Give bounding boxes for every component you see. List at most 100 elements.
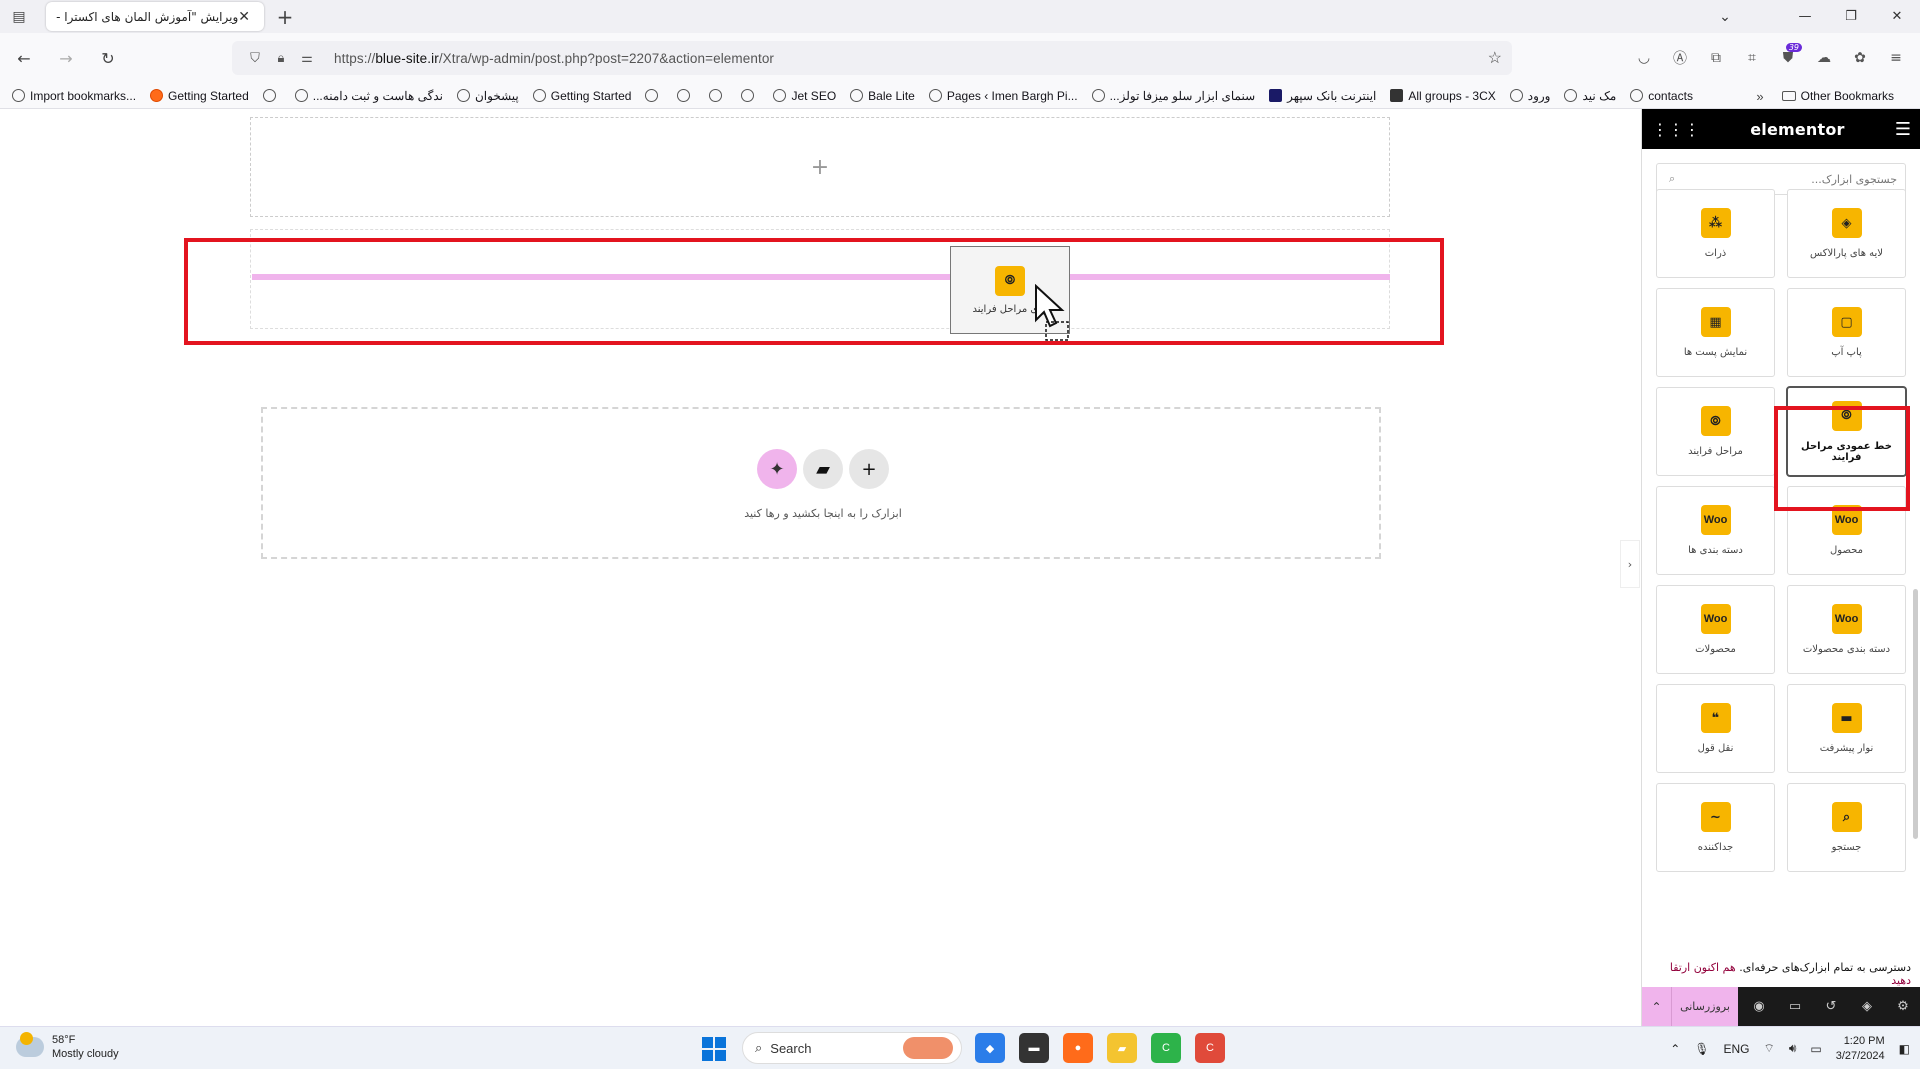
empty-container[interactable]: + xyxy=(250,117,1390,217)
recorder-icon[interactable]: C xyxy=(1195,1033,1225,1063)
settings-gear-icon[interactable]: ⚙ xyxy=(1885,987,1920,1026)
weather-text: 58°F Mostly cloudy xyxy=(52,1033,119,1061)
panel-collapse-icon[interactable]: › xyxy=(1620,540,1640,588)
permissions-icon[interactable]: ⚌ xyxy=(294,50,320,66)
account-icon[interactable]: Ⓐ xyxy=(1662,41,1698,75)
clock[interactable]: 1:20 PM 3/27/2024 xyxy=(1836,1034,1885,1064)
bookmark-item[interactable]: ...سنمای ابزار سلو میزفا تولز xyxy=(1091,89,1255,103)
bookmark-item[interactable]: مک نید xyxy=(1564,89,1616,103)
bookmark-item[interactable]: پیشخوان xyxy=(456,89,519,103)
more-bookmarks-icon[interactable]: » xyxy=(1756,89,1763,104)
preview-eye-icon[interactable]: ◉ xyxy=(1741,987,1777,1026)
panel-scrollbar[interactable] xyxy=(1913,589,1918,839)
url-bar[interactable]: ⛉ 🔒︎ ⚌ https://blue-site.ir/Xtra/wp-admi… xyxy=(232,41,1512,75)
pocket-icon[interactable]: ◡ xyxy=(1626,41,1662,75)
update-button[interactable]: بروزرسانی xyxy=(1672,987,1738,1026)
restore-button[interactable]: ❐ xyxy=(1828,0,1874,33)
copilot-icon[interactable]: ◆ xyxy=(975,1033,1005,1063)
chevron-up-icon[interactable]: ⌃ xyxy=(1670,1042,1680,1056)
history-icon[interactable]: ↺ xyxy=(1813,987,1849,1026)
template-library-icon[interactable]: ▰ xyxy=(803,449,843,489)
add-section-area[interactable]: ✦ ▰ + ابزارک را به اینجا بکشید و رها کنی… xyxy=(261,407,1381,559)
weather-widget[interactable]: 58°F Mostly cloudy xyxy=(16,1032,119,1061)
taskbar-search[interactable]: ⌕ Search xyxy=(742,1032,962,1064)
bookmark-item[interactable]: All groups - 3CX xyxy=(1390,89,1496,103)
file-explorer-icon[interactable]: ▰ xyxy=(1107,1033,1137,1063)
navigator-layers-icon[interactable]: ◈ xyxy=(1849,987,1885,1026)
widget-item[interactable]: ⁂ ذرات xyxy=(1656,189,1775,278)
cloud-icon[interactable]: ☁ xyxy=(1806,41,1842,75)
popup-icon: ▢ xyxy=(1831,307,1862,337)
chevron-up-icon[interactable]: ⌃ xyxy=(1642,987,1672,1026)
publish-button-group: ⌃ بروزرسانی xyxy=(1642,987,1738,1026)
widget-item[interactable]: ▢ پاپ آپ xyxy=(1787,288,1906,377)
widget-item[interactable]: ⦾ مراحل فرایند xyxy=(1656,387,1775,476)
bookmark-item[interactable]: Getting Started xyxy=(150,89,249,103)
bookmark-item[interactable]: ...ندگی هاست و ثبت دامنه xyxy=(294,89,443,103)
windows-start-icon[interactable] xyxy=(702,1037,726,1061)
shield-icon[interactable]: ⛉ xyxy=(242,50,268,66)
bookmark-item[interactable]: Jet SEO xyxy=(773,89,836,103)
sync-icon[interactable]: ✿ xyxy=(1842,41,1878,75)
bookmark-item[interactable]: اینترنت بانک سپهر xyxy=(1269,89,1376,103)
battery-icon[interactable]: ▭ xyxy=(1810,1042,1821,1056)
lock-icon[interactable]: 🔒︎ xyxy=(268,50,294,66)
close-window-button[interactable]: ✕ xyxy=(1874,0,1920,33)
browser-tab[interactable]: ✕ ویرایش "آموزش المان های اکسترا - ع xyxy=(46,2,264,31)
bookmark-item[interactable] xyxy=(645,89,663,102)
bookmark-item[interactable]: ورود xyxy=(1509,89,1550,103)
language-indicator[interactable]: ENG xyxy=(1724,1042,1750,1056)
other-bookmarks[interactable]: Other Bookmarks xyxy=(1781,89,1894,103)
hamburger-menu-icon[interactable]: ☰ xyxy=(1895,119,1911,140)
camtasia-icon[interactable]: C xyxy=(1151,1033,1181,1063)
bookmark-star-icon[interactable]: ☆ xyxy=(1488,48,1502,68)
notification-icon[interactable]: ◧ xyxy=(1899,1042,1910,1056)
back-button[interactable]: ← xyxy=(6,40,42,76)
extension-badge-icon[interactable]: ⛊ 39 xyxy=(1770,41,1806,75)
minimize-button[interactable]: — xyxy=(1782,0,1828,33)
chevron-down-icon[interactable]: ⌄ xyxy=(1708,0,1742,33)
reload-button[interactable]: ↻ xyxy=(90,40,126,76)
widget-item[interactable]: ∼ جداکننده xyxy=(1656,783,1775,872)
bookmark-item[interactable] xyxy=(677,89,695,102)
extensions-icon[interactable]: ⧉ xyxy=(1698,41,1734,75)
widget-search-input[interactable] xyxy=(1675,172,1897,186)
add-section-plus-icon[interactable]: + xyxy=(849,449,889,489)
bookmark-item[interactable] xyxy=(709,89,727,102)
apps-grid-icon[interactable]: ⋮⋮⋮ xyxy=(1652,120,1700,139)
add-section-buttons: ✦ ▰ + xyxy=(757,449,889,489)
terminal-icon[interactable]: ▬ xyxy=(1019,1033,1049,1063)
bookmark-item[interactable]: Bale Lite xyxy=(850,89,915,103)
microphone-icon[interactable]: 🎙︎ xyxy=(1694,1042,1709,1056)
bookmark-item[interactable] xyxy=(262,89,281,102)
plus-icon[interactable]: + xyxy=(811,155,829,180)
bookmark-item[interactable]: contacts xyxy=(1630,89,1693,103)
responsive-mode-icon[interactable]: ▭ xyxy=(1777,987,1813,1026)
bookmark-item[interactable]: Getting Started xyxy=(532,89,631,103)
widget-item[interactable]: Woo دسته بندی محصولات xyxy=(1787,585,1906,674)
bookmark-item[interactable] xyxy=(741,89,759,102)
forward-button[interactable]: → xyxy=(48,40,84,76)
widget-item[interactable]: Woo دسته بندی ها xyxy=(1656,486,1775,575)
crop-icon[interactable]: ⌗ xyxy=(1734,41,1770,75)
clock-time: 1:20 PM xyxy=(1843,1034,1885,1047)
tab-list-icon[interactable]: ▤ xyxy=(0,0,38,33)
widget-item[interactable]: Woo محصولات xyxy=(1656,585,1775,674)
ai-sparkle-icon[interactable]: ✦ xyxy=(757,449,797,489)
volume-icon[interactable]: 🔊︎ xyxy=(1789,1041,1797,1056)
folder-icon xyxy=(1781,91,1796,101)
widget-item[interactable]: ❝ نقل قول xyxy=(1656,684,1775,773)
widget-item[interactable]: ▦ نمایش پست ها xyxy=(1656,288,1775,377)
menu-icon[interactable]: ≡ xyxy=(1878,41,1914,75)
new-tab-button[interactable]: + xyxy=(268,5,302,29)
globe-icon xyxy=(1091,89,1105,102)
wifi-icon[interactable]: ⌔ xyxy=(1764,1041,1775,1056)
widget-item[interactable]: ◈ لایه های پارالاکس xyxy=(1787,189,1906,278)
bookmark-item[interactable]: Import bookmarks... xyxy=(12,89,136,103)
firefox-icon[interactable]: ● xyxy=(1063,1033,1093,1063)
widget-item[interactable]: ▬ نوار پیشرفت xyxy=(1787,684,1906,773)
bookmark-item[interactable]: Pages ‹ Imen Bargh Pi... xyxy=(928,89,1078,103)
globe-icon xyxy=(456,89,470,102)
widget-item[interactable]: ⌕ جستجو xyxy=(1787,783,1906,872)
close-tab-icon[interactable]: ✕ xyxy=(238,9,250,25)
